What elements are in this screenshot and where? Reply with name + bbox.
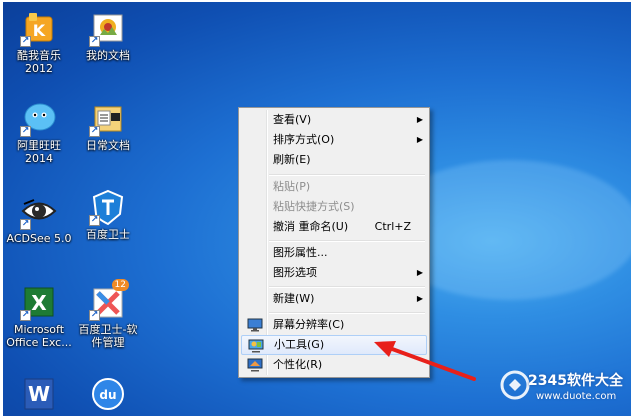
icon-label: Microsoft Office Exc... xyxy=(6,323,72,349)
menu-separator xyxy=(269,312,425,314)
notification-badge: 12 xyxy=(111,279,129,291)
baidu-cloud-icon: du xyxy=(89,374,127,412)
svg-text:K: K xyxy=(33,21,46,40)
menu-item-new[interactable]: 新建(W) ▶ xyxy=(241,289,427,309)
excel-icon: X ↗ xyxy=(20,283,58,321)
watermark: 2345软件大全 www.duote.com xyxy=(498,366,629,412)
shortcut-arrow-icon: ↗ xyxy=(89,36,100,47)
icon-label: 阿里旺旺 2014 xyxy=(17,139,61,165)
desktop-icon-excel[interactable]: X ↗ Microsoft Office Exc... xyxy=(3,283,75,349)
shortcut-arrow-icon: ↗ xyxy=(89,215,100,226)
desktop-icon-my-documents[interactable]: ↗ 我的文档 xyxy=(72,9,144,62)
icon-label: 酷我音乐 2012 xyxy=(17,49,61,75)
kuwo-music-icon: K ↗ xyxy=(20,9,58,47)
menu-item-undo-rename[interactable]: 撤消 重命名(U) Ctrl+Z xyxy=(241,217,427,237)
menu-item-sort-by[interactable]: 排序方式(O) ▶ xyxy=(241,130,427,150)
shortcut-arrow-icon: ↗ xyxy=(20,219,31,230)
desktop-icon-aliwangwang[interactable]: ↗ 阿里旺旺 2014 xyxy=(3,99,75,165)
svg-text:X: X xyxy=(31,291,47,315)
menu-item-refresh[interactable]: 刷新(E) xyxy=(241,150,427,170)
icon-label: 我的文档 xyxy=(86,49,130,62)
submenu-arrow-icon: ▶ xyxy=(416,135,423,144)
icon-label: 百度卫士 xyxy=(86,228,130,241)
shortcut-arrow-icon: ↗ xyxy=(20,36,31,47)
desktop-icon-word-partial[interactable]: W xyxy=(3,374,75,414)
shortcut-text: Ctrl+Z xyxy=(374,220,411,233)
watermark-logo-icon xyxy=(500,370,530,400)
menu-item-graphics-options[interactable]: 图形选项 ▶ xyxy=(241,263,427,283)
svg-text:du: du xyxy=(99,388,116,402)
shortcut-arrow-icon: ↗ xyxy=(20,310,31,321)
personalize-icon xyxy=(247,358,263,372)
my-documents-icon: ↗ xyxy=(89,9,127,47)
red-pointer-arrow-icon xyxy=(374,341,476,381)
desktop-icon-baidu-guard-software[interactable]: 12 ↗ 百度卫士-软 件管理 xyxy=(72,279,144,349)
menu-item-screen-resolution[interactable]: 屏幕分辨率(C) xyxy=(241,315,427,335)
desktop-icon-daily-docs[interactable]: ↗ 日常文档 xyxy=(72,99,144,152)
daily-docs-icon: ↗ xyxy=(89,99,127,137)
acdsee-icon: ↗ xyxy=(20,192,58,230)
watermark-brand: 2345软件大全 xyxy=(528,373,623,389)
desktop-icon-baidu-cloud-partial[interactable]: du xyxy=(72,374,144,414)
baidu-guard-icon: ↗ xyxy=(89,188,127,226)
menu-separator xyxy=(269,174,425,176)
menu-item-graphics-properties[interactable]: 图形属性... xyxy=(241,243,427,263)
watermark-url: www.duote.com xyxy=(536,391,617,402)
icon-label: 日常文档 xyxy=(86,139,130,152)
menu-item-paste[interactable]: 粘贴(P) xyxy=(241,177,427,197)
menu-item-view[interactable]: 查看(V) ▶ xyxy=(241,110,427,130)
shortcut-arrow-icon: ↗ xyxy=(20,126,31,137)
svg-text:W: W xyxy=(28,382,50,406)
icon-label: 百度卫士-软 件管理 xyxy=(78,323,138,349)
menu-item-paste-shortcut[interactable]: 粘贴快捷方式(S) xyxy=(241,197,427,217)
menu-separator xyxy=(269,286,425,288)
aliwangwang-icon: ↗ xyxy=(20,99,58,137)
desktop-icon-kuwo[interactable]: K ↗ 酷我音乐 2012 xyxy=(3,9,75,75)
menu-separator xyxy=(269,240,425,242)
desktop-icon-acdsee[interactable]: ↗ ACDSee 5.0 xyxy=(3,192,75,245)
shortcut-arrow-icon: ↗ xyxy=(89,126,100,137)
icon-label: ACDSee 5.0 xyxy=(6,232,72,245)
screenshot-border-top xyxy=(0,0,631,2)
gadgets-icon xyxy=(248,339,264,353)
shortcut-arrow-icon: ↗ xyxy=(89,310,100,321)
baidu-guard-software-icon: 12 ↗ xyxy=(89,279,129,321)
submenu-arrow-icon: ▶ xyxy=(416,268,423,277)
screen-resolution-icon xyxy=(247,318,263,332)
desktop-icon-baidu-guard[interactable]: ↗ 百度卫士 xyxy=(72,188,144,241)
word-icon: W xyxy=(20,374,58,412)
submenu-arrow-icon: ▶ xyxy=(416,294,423,303)
submenu-arrow-icon: ▶ xyxy=(416,115,423,124)
